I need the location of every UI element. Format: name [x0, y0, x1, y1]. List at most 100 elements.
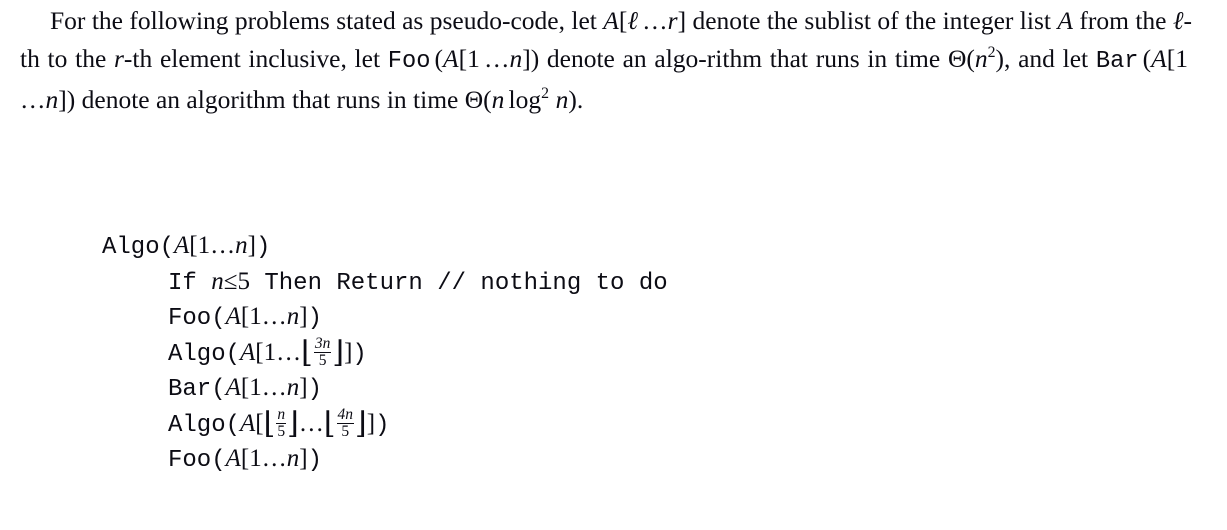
token-paren-close: )	[307, 376, 322, 403]
intro-sentence-9: denote an algorithm that runs in time	[81, 85, 459, 114]
theta-quadratic-open: Θ(	[947, 44, 975, 73]
foo-arg-A: A	[443, 44, 459, 73]
token-ellipsis: …	[261, 303, 287, 330]
token-bracket-open: [	[255, 338, 264, 366]
token-paren-open: (	[211, 447, 226, 474]
fraction-4n-5: 4n 5	[336, 405, 355, 441]
token-algo: Algo	[168, 411, 226, 439]
math-var-r: r	[667, 6, 678, 35]
token-paren-close: )	[255, 234, 271, 261]
bar-ellipsis: …	[20, 85, 46, 114]
token-algo: Algo	[168, 340, 226, 368]
bar-bracket-open: [	[1166, 44, 1176, 73]
floor-expression-n-over-5: ⌊ n 5 ⌋	[264, 406, 299, 442]
token-algo: Algo	[102, 234, 160, 261]
token-bracket-open: [	[240, 374, 250, 401]
theta-nlog2n-close: ).	[568, 85, 584, 114]
token-one: 1	[249, 303, 262, 330]
algorithm-name-foo: Foo	[387, 48, 431, 75]
token-n-cond: n	[211, 267, 224, 295]
floor-expression-4n-over-5: ⌊ 4n 5 ⌋	[324, 406, 367, 442]
token-ellipsis: …	[276, 338, 302, 366]
intro-sentence-8: and let	[1018, 44, 1089, 73]
fraction-denominator: 5	[336, 423, 355, 441]
theta-nlog2n-n: n	[491, 85, 505, 114]
token-one: 1	[249, 374, 262, 401]
bar-paren-close: )	[66, 85, 76, 114]
intro-sentence-7: rithm that runs in time	[706, 44, 941, 73]
intro-sentence-1: For the following problems stated as pse…	[50, 6, 597, 35]
token-paren-close: )	[352, 340, 367, 368]
token-five: 5	[237, 267, 250, 295]
token-bracket-open: [	[189, 232, 198, 259]
token-bracket-close: ]	[299, 445, 308, 472]
token-bracket-open: [	[240, 303, 250, 330]
token-A: A	[225, 374, 241, 401]
token-bracket-open: [	[255, 409, 264, 437]
foo-ellipsis: …	[483, 44, 510, 73]
token-A: A	[240, 409, 256, 437]
token-paren-open: (	[225, 411, 241, 439]
fraction-denominator: 5	[276, 423, 287, 441]
token-le: ≤	[223, 267, 238, 295]
token-paren-close: )	[307, 305, 322, 332]
token-n: n	[235, 232, 248, 259]
token-bracket-close: ]	[247, 232, 256, 259]
pseudocode-line-foo-1: Foo(A[1…n])	[102, 299, 668, 335]
fraction-n-5: n5	[276, 405, 287, 441]
token-bracket-close: ]	[366, 409, 376, 437]
foo-paren-close: )	[530, 44, 540, 73]
floor-open-bracket: ⌊	[323, 406, 336, 440]
token-one: 1	[249, 445, 262, 472]
theta-quadratic-exponent: 2	[987, 44, 996, 62]
token-one: 1	[263, 338, 277, 366]
math-var-ell: ℓ	[627, 6, 639, 35]
theta-nlog2n-exponent: 2	[541, 85, 549, 103]
bar-arg-A: A	[1151, 44, 1167, 73]
theta-quadratic-n: n	[974, 44, 988, 73]
floor-close-bracket: ⌋	[332, 335, 345, 369]
token-n: n	[286, 374, 300, 401]
bar-arg-one: 1	[1175, 44, 1188, 73]
bar-bracket-close: ]	[58, 85, 67, 114]
pseudocode-line-algo-3n5: Algo(A[1…⌊ 3n 5 ⌋])	[102, 335, 668, 371]
math-list-A: A	[1057, 6, 1073, 35]
foo-bracket-close: ]	[522, 44, 531, 73]
math-bracket-close: ]	[677, 6, 687, 35]
token-n: n	[286, 303, 300, 330]
intro-sentence-3: from the	[1079, 6, 1167, 35]
floor-expression-3n-over-5: ⌊ 3n 5 ⌋	[301, 335, 344, 371]
theta-nlog2n-open: Θ(	[464, 85, 492, 114]
intro-sentence-2: denote the sublist of the integer list	[692, 6, 1051, 35]
foo-arg-one: 1	[467, 44, 480, 73]
token-ellipsis: …	[261, 445, 287, 472]
floor-close-bracket: ⌋	[287, 406, 299, 440]
math-var-ell-2: ℓ	[1172, 6, 1184, 35]
token-bar: Bar	[168, 376, 212, 403]
pseudocode-line-algo-n5-4n5: Algo(A[⌊ n 5 ⌋…⌊ 4n 5 ⌋])	[102, 406, 668, 442]
foo-paren-open: (	[434, 44, 444, 73]
pseudocode-line-if-return: If n≤5 Then Return // nothing to do	[102, 264, 668, 300]
problem-statement-paragraph: For the following problems stated as pse…	[20, 2, 1192, 119]
math-var-r-2: r	[113, 44, 124, 73]
theta-quadratic-close: ),	[995, 44, 1011, 73]
math-ellipsis: …	[642, 6, 668, 35]
fraction-3n-5: 3n 5	[313, 335, 332, 370]
token-then: Then	[264, 269, 322, 297]
token-ellipsis: …	[261, 374, 287, 401]
foo-arg-n: n	[509, 44, 523, 73]
pseudocode-block: Algo(A[1…n]) If n≤5 Then Return // nothi…	[102, 228, 668, 477]
pseudocode-line-foo-2: Foo(A[1…n])	[102, 441, 668, 477]
fraction-numerator: 4n	[337, 405, 354, 423]
token-paren-open: (	[159, 234, 175, 261]
fraction-numerator: n	[277, 405, 286, 423]
token-comment: // nothing to do	[437, 269, 668, 297]
token-paren-open: (	[225, 340, 241, 368]
token-ellipsis: …	[210, 232, 236, 259]
bar-paren-open: (	[1142, 44, 1152, 73]
token-bracket-close: ]	[299, 303, 308, 330]
token-A: A	[225, 303, 241, 330]
token-A: A	[174, 232, 190, 259]
theta-nlog2n-n2: n	[555, 85, 569, 114]
token-return: Return	[336, 269, 423, 297]
